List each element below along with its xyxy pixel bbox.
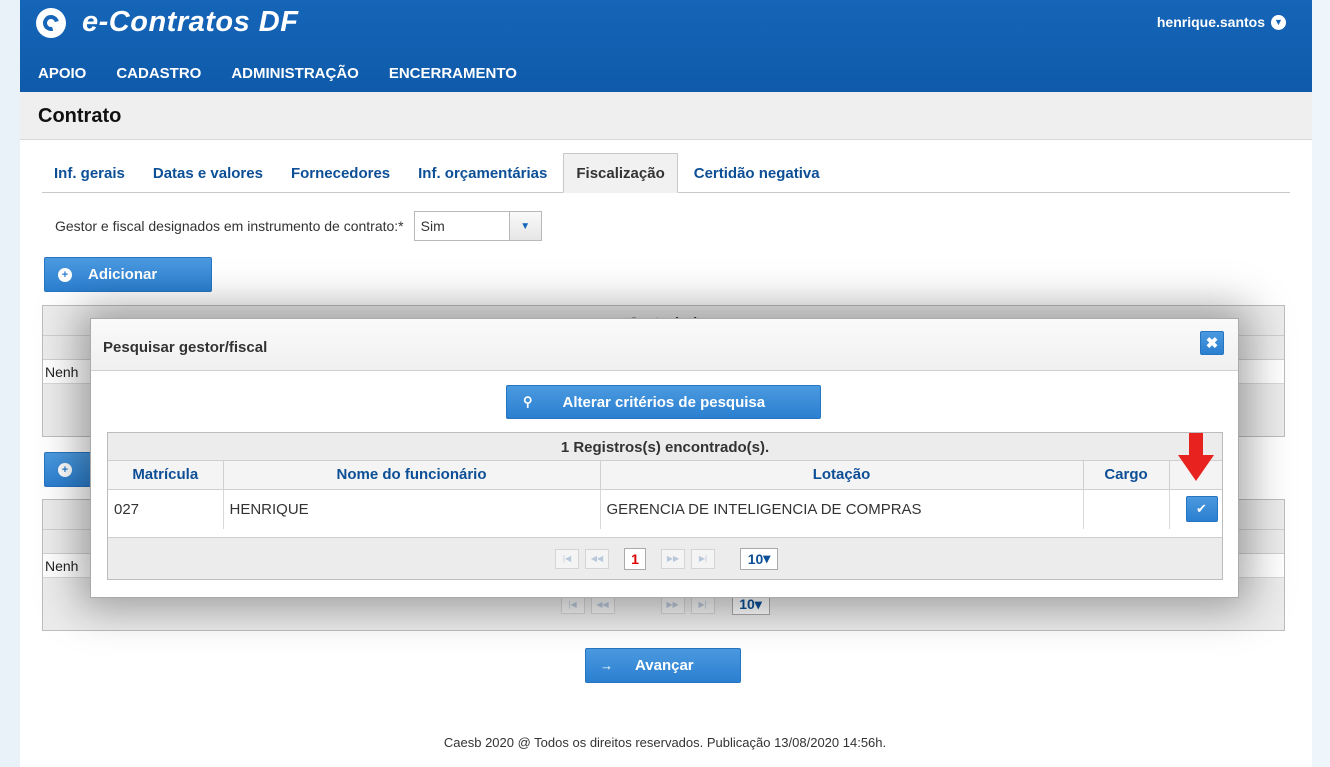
change-criteria-button[interactable]: ⚲ Alterar critérios de pesquisa xyxy=(506,385,821,419)
results-count: 1 Registros(s) encontrado(s). xyxy=(108,433,1222,461)
gestor-select[interactable]: Sim ▼ xyxy=(413,211,542,241)
search-icon: ⚲ xyxy=(523,394,533,409)
chevron-down-icon[interactable]: ▼ xyxy=(508,212,541,240)
tab-fiscalizacao[interactable]: Fiscalização xyxy=(563,153,678,193)
title-bar: Contrato xyxy=(20,92,1312,140)
col-header-lotacao[interactable]: Lotação xyxy=(600,461,1084,490)
tab-certidao-negativa[interactable]: Certidão negativa xyxy=(682,154,832,192)
modal-title: Pesquisar gestor/fiscal xyxy=(103,339,268,356)
next-button[interactable]: → Avançar xyxy=(585,648,741,683)
user-menu[interactable]: henrique.santos ▼ xyxy=(1157,14,1286,30)
arrow-right-icon: → xyxy=(600,658,613,673)
table-row[interactable]: 027 HENRIQUE GERENCIA DE INTELIGENCIA DE… xyxy=(108,489,1222,529)
cell-matricula: 027 xyxy=(108,489,224,529)
app-header: e-Contratos DF henrique.santos ▼ APOIO C… xyxy=(20,0,1312,92)
prev-page-icon[interactable]: ◀◀ xyxy=(585,548,609,569)
col-header-nome[interactable]: Nome do funcionário xyxy=(223,461,601,490)
gestor-select-value: Sim xyxy=(420,218,445,234)
add-button[interactable]: + Adicionar xyxy=(44,257,212,292)
tab-inf-orcamentarias[interactable]: Inf. orçamentárias xyxy=(406,154,559,192)
change-criteria-label: Alterar critérios de pesquisa xyxy=(562,393,766,411)
page-size-value: 10 xyxy=(739,596,755,612)
add-fiscal-button[interactable]: + xyxy=(44,452,92,487)
page-title: Contrato xyxy=(38,105,122,127)
brand[interactable]: e-Contratos DF xyxy=(36,6,298,39)
page-size-select[interactable]: 10 ▾ xyxy=(740,547,778,570)
results-table: 1 Registros(s) encontrado(s). Matrícula … xyxy=(107,432,1223,580)
search-modal: Pesquisar gestor/fiscal ✖ ⚲ Alterar crit… xyxy=(90,318,1239,598)
results-pager: |◀ ◀◀ 1 ▶▶ ▶| 10 ▾ xyxy=(108,537,1222,579)
last-page-icon[interactable]: ▶| xyxy=(691,548,715,569)
cell-cargo xyxy=(1083,489,1170,529)
page-size-value: 10 xyxy=(747,550,764,567)
main-nav: APOIO CADASTRO ADMINISTRAÇÃO ENCERRAMENT… xyxy=(20,54,1312,92)
tab-fornecedores[interactable]: Fornecedores xyxy=(279,154,402,192)
chevron-down-icon: ▼ xyxy=(1271,14,1286,30)
right-margin xyxy=(1312,0,1330,767)
cell-lotacao: GERENCIA DE INTELIGENCIA DE COMPRAS xyxy=(600,489,1084,529)
nav-item-cadastro[interactable]: CADASTRO xyxy=(116,65,201,82)
left-margin xyxy=(0,0,20,767)
brand-name: e-Contratos DF xyxy=(82,6,299,38)
add-button-label: Adicionar xyxy=(88,266,158,283)
modal-header: Pesquisar gestor/fiscal ✖ xyxy=(91,319,1238,371)
first-page-icon[interactable]: |◀ xyxy=(555,548,579,569)
col-header-matricula[interactable]: Matrícula xyxy=(108,461,224,490)
gestor-label: Gestor e fiscal designados em instrument… xyxy=(55,218,404,234)
next-button-label: Avançar xyxy=(635,657,694,674)
tab-inf-gerais[interactable]: Inf. gerais xyxy=(42,154,137,192)
col-header-cargo[interactable]: Cargo xyxy=(1083,461,1170,490)
cell-action: ✔ xyxy=(1169,489,1222,529)
tab-bar: Inf. gerais Datas e valores Fornecedores… xyxy=(42,153,1290,193)
nav-item-administracao[interactable]: ADMINISTRAÇÃO xyxy=(231,65,359,82)
nav-item-apoio[interactable]: APOIO xyxy=(38,65,86,82)
next-page-icon[interactable]: ▶▶ xyxy=(661,548,685,569)
plus-icon: + xyxy=(58,267,72,282)
current-page[interactable]: 1 xyxy=(624,547,646,570)
close-icon[interactable]: ✖ xyxy=(1200,331,1224,355)
tab-datas-valores[interactable]: Datas e valores xyxy=(141,154,275,192)
results-grid: Matrícula Nome do funcionário Lotação Ca… xyxy=(108,461,1222,529)
logo-icon xyxy=(36,7,66,38)
gestor-field-row: Gestor e fiscal designados em instrument… xyxy=(55,211,542,241)
select-row-button[interactable]: ✔ xyxy=(1185,496,1218,523)
check-icon: ✔ xyxy=(1196,501,1207,517)
user-name: henrique.santos xyxy=(1156,14,1265,30)
footer-text: Caesb 2020 @ Todos os direitos reservado… xyxy=(443,735,887,750)
cell-nome: HENRIQUE xyxy=(223,489,601,529)
plus-icon: + xyxy=(58,462,72,477)
nav-item-encerramento[interactable]: ENCERRAMENTO xyxy=(389,65,517,82)
annotation-arrow-down-icon xyxy=(1178,433,1214,481)
